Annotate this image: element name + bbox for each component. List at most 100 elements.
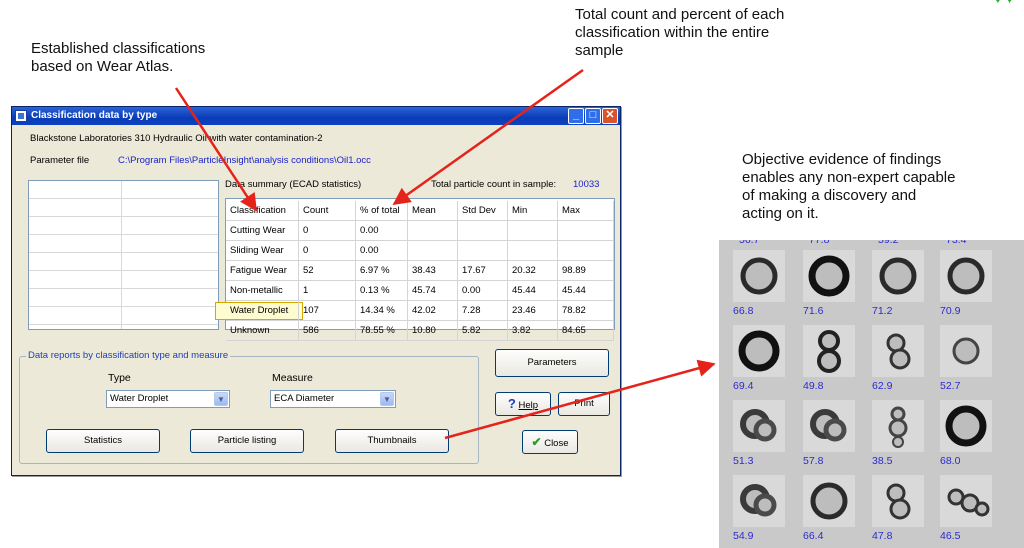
particle-thumbnail[interactable]: [803, 400, 855, 452]
droplet-ring-icon: [817, 330, 841, 373]
table-cell[interactable]: 0.00: [458, 281, 508, 301]
table-header-cell[interactable]: Std Dev: [458, 201, 508, 221]
particle-thumbnail[interactable]: [803, 250, 855, 302]
parameter-file-path[interactable]: C:\Program Files\ParticleInsight\analysi…: [118, 155, 371, 166]
table-cell[interactable]: 3.82: [508, 321, 558, 341]
particle-thumbnail[interactable]: [803, 325, 855, 377]
annotation-top: Total count and percent of each classifi…: [575, 6, 784, 60]
droplet-ring-icon: [738, 330, 780, 372]
thumbnail-value: 62.9: [872, 380, 893, 392]
particle-thumbnail[interactable]: [872, 475, 924, 527]
table-cell[interactable]: 5.82: [458, 321, 508, 341]
table-cell[interactable]: 17.67: [458, 261, 508, 281]
window-titlebar[interactable]: Classification data by type _ □ ✕: [12, 107, 620, 125]
thumbnail-value-partial: 59.2: [878, 240, 899, 246]
table-cell[interactable]: 6.97 %: [356, 261, 408, 281]
close-button[interactable]: ✔ Close: [522, 430, 578, 454]
table-cell[interactable]: 52: [299, 261, 356, 281]
table-cell[interactable]: 0.00: [356, 221, 408, 241]
table-row-label[interactable]: Non-metallic: [226, 281, 299, 301]
droplet-ring-icon: [886, 483, 911, 520]
list-divider: [29, 234, 218, 235]
table-cell[interactable]: 45.74: [408, 281, 458, 301]
particle-thumbnail[interactable]: [872, 250, 924, 302]
data-reports-group-title: Data reports by classification type and …: [26, 350, 231, 361]
table-cell[interactable]: [458, 241, 508, 261]
table-cell[interactable]: 0: [299, 221, 356, 241]
help-button-label: Help: [518, 400, 539, 411]
table-cell[interactable]: 38.43: [408, 261, 458, 281]
particle-thumbnail[interactable]: [803, 475, 855, 527]
table-cell[interactable]: 78.55 %: [356, 321, 408, 341]
table-cell[interactable]: 107: [299, 301, 356, 321]
table-row-label[interactable]: Sliding Wear: [226, 241, 299, 261]
classification-list-empty[interactable]: [28, 180, 219, 330]
annotation-right: Objective evidence of findings enables a…: [742, 151, 956, 223]
total-count-value: 10033: [573, 179, 600, 190]
thumbnail-value: 47.8: [872, 530, 893, 542]
close-window-button[interactable]: ✕: [602, 108, 618, 124]
table-cell[interactable]: 42.02: [408, 301, 458, 321]
type-select[interactable]: Water Droplet ▼: [106, 390, 230, 408]
parameters-button[interactable]: Parameters: [495, 349, 609, 377]
print-button[interactable]: Print: [558, 392, 610, 416]
table-cell[interactable]: [458, 221, 508, 241]
table-cell[interactable]: 0.00: [356, 241, 408, 261]
table-cell[interactable]: 78.82: [558, 301, 614, 321]
maximize-button[interactable]: □: [585, 108, 601, 124]
table-header-cell[interactable]: Min: [508, 201, 558, 221]
chevron-down-icon[interactable]: ▼: [214, 392, 228, 406]
table-cell[interactable]: 98.89: [558, 261, 614, 281]
table-cell[interactable]: 23.46: [508, 301, 558, 321]
annotation-right-line-4: acting on it.: [742, 205, 819, 222]
table-row-label[interactable]: Cutting Wear: [226, 221, 299, 241]
list-divider: [29, 306, 218, 307]
table-cell[interactable]: 1: [299, 281, 356, 301]
particle-listing-button[interactable]: Particle listing: [190, 429, 304, 453]
particle-thumbnail[interactable]: [940, 400, 992, 452]
table-header-cell[interactable]: % of total: [356, 201, 408, 221]
table-header-cell[interactable]: Mean: [408, 201, 458, 221]
table-row-label[interactable]: Fatigue Wear: [226, 261, 299, 281]
statistics-button[interactable]: Statistics: [46, 429, 160, 453]
corner-decoration-icon: ✦✦: [992, 0, 1015, 8]
help-button[interactable]: ? Help: [495, 392, 551, 416]
table-cell[interactable]: 45.44: [508, 281, 558, 301]
particle-thumbnail[interactable]: [872, 400, 924, 452]
table-cell[interactable]: 0: [299, 241, 356, 261]
chevron-down-icon[interactable]: ▼: [380, 392, 394, 406]
table-cell[interactable]: 7.28: [458, 301, 508, 321]
table-cell[interactable]: [508, 241, 558, 261]
table-cell[interactable]: 14.34 %: [356, 301, 408, 321]
measure-label: Measure: [272, 372, 313, 384]
data-summary-table[interactable]: Classification Count% of total Mean Std Dev…: [215, 198, 615, 341]
particle-thumbnail[interactable]: [940, 325, 992, 377]
table-row-label[interactable]: Unknown: [226, 321, 299, 341]
list-divider: [29, 270, 218, 271]
table-cell[interactable]: [508, 221, 558, 241]
table-cell[interactable]: [408, 221, 458, 241]
table-cell[interactable]: 586: [299, 321, 356, 341]
table-cell[interactable]: [408, 241, 458, 261]
particle-thumbnail[interactable]: [872, 325, 924, 377]
thumbnails-button[interactable]: Thumbnails: [335, 429, 449, 453]
table-cell[interactable]: 20.32: [508, 261, 558, 281]
table-cell[interactable]: 45.44: [558, 281, 614, 301]
particle-thumbnail[interactable]: [733, 475, 785, 527]
table-cell[interactable]: [558, 241, 614, 261]
particle-thumbnail[interactable]: [940, 250, 992, 302]
table-cell[interactable]: [558, 221, 614, 241]
table-header-cell[interactable]: Classification: [226, 201, 299, 221]
particle-thumbnail[interactable]: [733, 400, 785, 452]
particle-thumbnail[interactable]: [940, 475, 992, 527]
table-header-cell[interactable]: Count: [299, 201, 356, 221]
particle-thumbnail[interactable]: [733, 325, 785, 377]
table-cell[interactable]: 84.65: [558, 321, 614, 341]
particle-thumbnail[interactable]: [733, 250, 785, 302]
table-cell[interactable]: 10.80: [408, 321, 458, 341]
minimize-button[interactable]: _: [568, 108, 584, 124]
table-row-label[interactable]: Water Droplet: [226, 301, 299, 321]
table-header-cell[interactable]: Max: [558, 201, 614, 221]
measure-select[interactable]: ECA Diameter ▼: [270, 390, 396, 408]
table-cell[interactable]: 0.13 %: [356, 281, 408, 301]
